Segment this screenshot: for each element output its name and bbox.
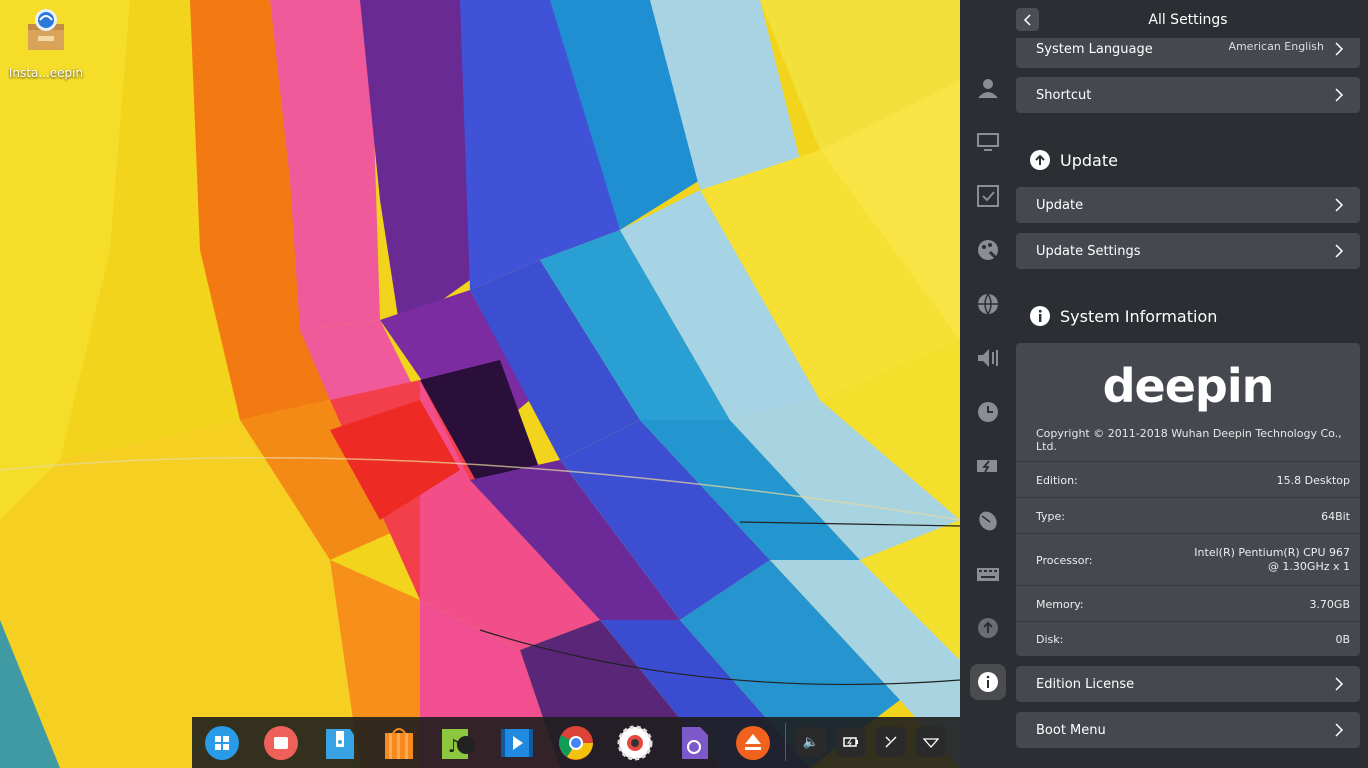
personalization-icon[interactable] [970,232,1006,268]
processor-row: Processor: Intel(R) Pentium(R) CPU 967 @… [1016,533,1360,585]
edition-license-label: Edition License [1036,676,1135,692]
memory-label: Memory: [1036,598,1084,611]
disk-value: 0B [1335,633,1350,646]
desktop-wallpaper [0,0,960,768]
shortcut-label: Shortcut [1036,87,1092,103]
launcher-icon[interactable] [204,725,240,761]
type-value: 64Bit [1321,510,1350,523]
edition-license-row[interactable]: Edition License [1016,666,1360,702]
update-label: Update [1036,197,1084,213]
page-title: All Settings [1148,12,1228,28]
chevron-right-icon [1335,723,1344,737]
update-section-title: Update [1030,150,1118,170]
shortcut-row[interactable]: Shortcut [1016,77,1360,113]
chevron-right-icon [1335,244,1344,258]
default-apps-icon[interactable] [970,178,1006,214]
wireless-screen-icon[interactable] [876,727,906,757]
memory-row: Memory: 3.70GB [1016,585,1360,621]
disk-label: Disk: [1036,633,1064,646]
system-language-value: American English [1228,40,1324,53]
desktop-installer-icon[interactable]: Insta...eepin [6,8,86,80]
control-center-icon[interactable] [617,725,653,761]
type-row: Type: 64Bit [1016,497,1360,533]
edition-value: 15.8 Desktop [1276,474,1350,487]
desktop-icon-label: Insta...eepin [8,66,84,80]
settings-sidebar [960,0,1016,768]
chrome-icon[interactable] [558,725,594,761]
system-info-card: deepin Copyright © 2011-2018 Wuhan Deepi… [1016,343,1360,656]
boot-menu-label: Boot Menu [1036,722,1106,738]
app-store-icon[interactable] [381,725,417,761]
boot-menu-row[interactable]: Boot Menu [1016,712,1360,748]
processor-label: Processor: [1036,554,1093,567]
memory-value: 3.70GB [1309,598,1350,611]
arrow-up-icon [1030,150,1050,170]
file-manager-icon[interactable] [322,725,358,761]
dock: ♪ 🔈 [192,717,960,768]
movie-icon[interactable] [499,725,535,761]
update-row[interactable]: Update [1016,187,1360,223]
info-circle-icon [1030,306,1050,326]
edition-row: Edition: 15.8 Desktop [1016,461,1360,497]
time-icon[interactable] [970,394,1006,430]
info-icon[interactable] [970,664,1006,700]
processor-value-line2: @ 1.30GHz x 1 [1267,560,1350,573]
dock-separator [785,723,786,761]
account-icon[interactable] [970,70,1006,106]
disk-row: Disk: 0B [1016,621,1360,656]
battery-icon[interactable] [836,727,866,757]
network-settings-icon[interactable] [970,286,1006,322]
display-icon[interactable] [970,124,1006,160]
system-language-row[interactable]: System Language American English [1016,38,1360,68]
mouse-icon[interactable] [970,502,1006,538]
chevron-right-icon [1335,677,1344,691]
system-language-label: System Language [1036,41,1153,57]
chevron-right-icon [1335,198,1344,212]
svg-text:♪: ♪ [448,736,460,757]
network-icon[interactable] [916,727,946,757]
power-icon[interactable] [970,448,1006,484]
chevron-right-icon [1335,88,1344,102]
update-settings-label: Update Settings [1036,243,1141,259]
settings-header: All Settings [1016,0,1368,40]
edition-label: Edition: [1036,474,1078,487]
update-icon[interactable] [970,610,1006,646]
multitasking-icon[interactable] [263,725,299,761]
music-icon[interactable]: ♪ [440,725,476,761]
update-settings-row[interactable]: Update Settings [1016,233,1360,269]
update-section-label: Update [1060,150,1118,170]
sound-icon[interactable] [970,340,1006,376]
processor-value-line1: Intel(R) Pentium(R) CPU 967 [1194,546,1350,559]
sysinfo-section-title: System Information [1030,306,1217,326]
type-label: Type: [1036,510,1065,523]
package-icon [24,8,68,52]
copyright-text: Copyright © 2011-2018 Wuhan Deepin Techn… [1036,427,1342,453]
volume-icon[interactable]: 🔈 [796,727,826,757]
deepin-logo: deepin [1102,359,1275,413]
keyboard-icon[interactable] [970,556,1006,592]
sysinfo-section-label: System Information [1060,306,1218,326]
chevron-right-icon [1335,42,1344,56]
eject-icon[interactable] [735,725,771,761]
system-monitor-icon[interactable] [676,725,712,761]
